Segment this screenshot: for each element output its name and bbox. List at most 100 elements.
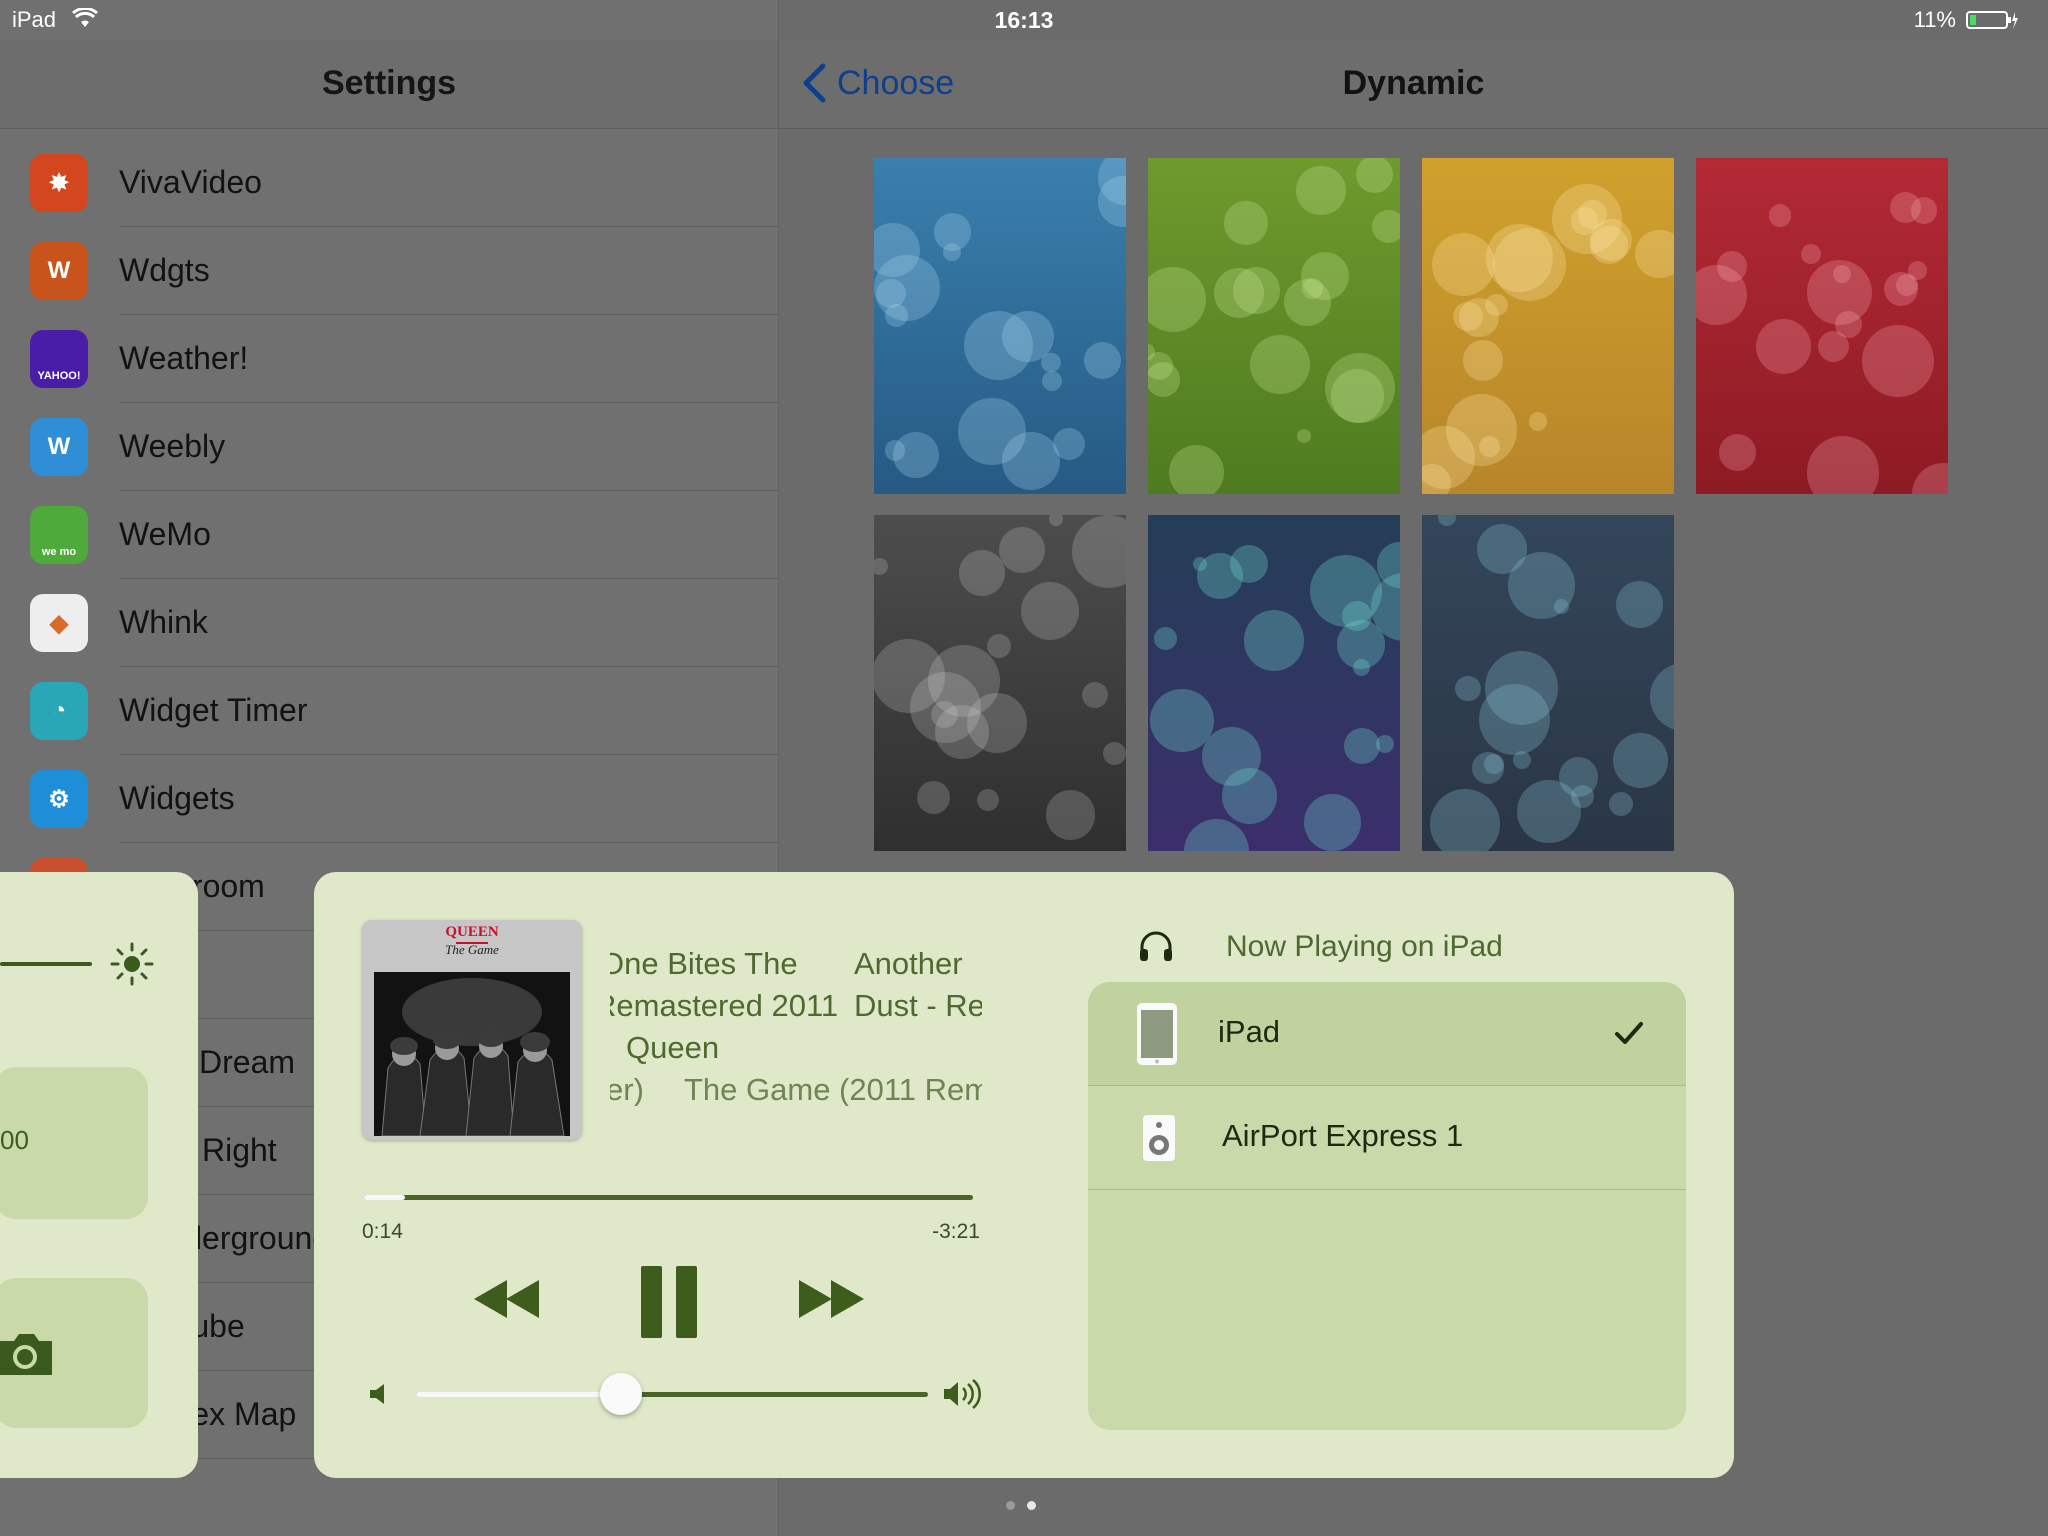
- wallpaper-teal-purple[interactable]: [1148, 515, 1400, 851]
- volume-slider[interactable]: [416, 1373, 928, 1415]
- settings-row-label: Widget Timer: [119, 692, 308, 728]
- bokeh-bubble: [1325, 352, 1396, 423]
- settings-row[interactable]: YAHOO! Weather!: [0, 315, 778, 403]
- bokeh-bubble: [1355, 158, 1394, 194]
- battery-charging-icon: [1966, 11, 2018, 29]
- bokeh-bubble: [1807, 260, 1873, 325]
- wemo-icon: we mo: [30, 506, 88, 564]
- wallpaper-green[interactable]: [1148, 158, 1400, 494]
- timer-tile[interactable]: 00: [0, 1067, 148, 1219]
- bokeh-bubble: [1649, 662, 1674, 731]
- bokeh-bubble: [1755, 318, 1811, 374]
- wallpaper-yellow[interactable]: [1422, 158, 1674, 494]
- fast-forward-button[interactable]: [796, 1254, 866, 1344]
- bokeh-bubble: [1513, 751, 1532, 769]
- bokeh-bubble: [977, 789, 1000, 812]
- route-separator: [1088, 1189, 1686, 1190]
- bokeh-bubble: [1084, 342, 1122, 380]
- brightness-slider[interactable]: [0, 962, 92, 966]
- bokeh-bubble: [1046, 790, 1096, 840]
- bokeh-bubble: [1041, 371, 1062, 392]
- track-progress-bar[interactable]: [364, 1195, 973, 1200]
- bokeh-bubble: [1613, 733, 1668, 788]
- bokeh-bubble: [1801, 243, 1822, 265]
- elapsed-time: 0:14: [362, 1220, 403, 1243]
- settings-row[interactable]: ✸ VivaVideo: [0, 139, 778, 227]
- ipad-icon: [1136, 1002, 1178, 1071]
- album-brand: QUEEN: [445, 924, 499, 940]
- detail-title: Dynamic: [1342, 64, 1485, 102]
- settings-row-label: Widgets: [119, 780, 235, 816]
- track-info[interactable]: One Bites The Another Remastered 2011 Dust …: [610, 946, 982, 1106]
- bokeh-bubble: [1168, 444, 1224, 494]
- bokeh-bubble: [1817, 330, 1849, 362]
- settings-row[interactable]: W Wdgts: [0, 227, 778, 315]
- track-info-line: One Bites The: [610, 946, 798, 981]
- camera-icon: [0, 1334, 52, 1375]
- bokeh-bubble: [1446, 394, 1518, 466]
- bokeh-bubble: [1485, 293, 1508, 317]
- bokeh-bubble: [1082, 682, 1109, 709]
- bokeh-bubble: [885, 440, 906, 461]
- airplay-route-list: iPad AirPort Express 1: [1088, 982, 1686, 1430]
- bokeh-bubble: [1896, 274, 1918, 296]
- bokeh-bubble: [1250, 334, 1311, 395]
- airplay-route-name: AirPort Express 1: [1222, 1118, 1464, 1153]
- bokeh-bubble: [1283, 278, 1332, 327]
- widget-timer-icon: ◔: [30, 682, 88, 740]
- bokeh-bubble: [1148, 266, 1206, 333]
- track-info-line: Queen: [626, 1030, 720, 1065]
- settings-row[interactable]: ⚙ Widgets: [0, 755, 778, 843]
- bokeh-bubble: [1296, 165, 1347, 216]
- bokeh-bubble: [999, 526, 1046, 573]
- wallpaper-red[interactable]: [1696, 158, 1948, 494]
- airplay-route-ipad[interactable]: iPad: [1088, 982, 1686, 1086]
- bokeh-bubble: [1103, 741, 1126, 766]
- settings-row[interactable]: ◔ Widget Timer: [0, 667, 778, 755]
- bokeh-bubble: [1430, 788, 1501, 851]
- track-info-line: The Game (2011 Remaster): [684, 1072, 982, 1106]
- track-progress-played: [364, 1195, 405, 1200]
- settings-row[interactable]: we mo WeMo: [0, 491, 778, 579]
- wallpaper-blue[interactable]: [874, 158, 1126, 494]
- bokeh-bubble: [916, 781, 951, 815]
- headphones-icon: [1140, 931, 1172, 961]
- widgets-icon: ⚙: [30, 770, 88, 828]
- bokeh-bubble: [986, 633, 1011, 658]
- battery-percent: 11%: [1913, 7, 1956, 32]
- settings-row[interactable]: ◆ Whink: [0, 579, 778, 667]
- settings-row[interactable]: W Weebly: [0, 403, 778, 491]
- bokeh-bubble: [1431, 232, 1495, 296]
- bokeh-bubble: [1635, 229, 1674, 278]
- bokeh-bubble: [1154, 627, 1177, 650]
- status-bar: iPad 16:13 11%: [0, 0, 2048, 40]
- airplay-route-airport-express[interactable]: AirPort Express 1: [1088, 1086, 1686, 1190]
- settings-row-label: Wdgts: [119, 252, 210, 288]
- pause-button[interactable]: [640, 1254, 698, 1344]
- album-artwork[interactable]: QUEEN The Game: [362, 920, 582, 1140]
- bokeh-bubble: [1807, 436, 1880, 494]
- weather-icon: YAHOO!: [30, 330, 88, 388]
- bokeh-bubble: [1041, 352, 1061, 373]
- status-time: 16:13: [994, 7, 1054, 33]
- wallpaper-gray[interactable]: [874, 515, 1126, 851]
- vivavideo-icon: ✸: [30, 154, 88, 212]
- bokeh-bubble: [1552, 184, 1622, 255]
- page-dot: [1006, 1501, 1015, 1510]
- track-info-line: Dust - Remastered: [854, 988, 982, 1023]
- wallpaper-slate[interactable]: [1422, 515, 1674, 851]
- bokeh-bubble: [1438, 515, 1457, 527]
- volume-slider-knob[interactable]: [599, 1373, 642, 1415]
- weebly-icon: W: [30, 418, 88, 476]
- volume-min-icon: [370, 1384, 384, 1404]
- settings-row-label: Whink: [119, 604, 208, 640]
- bokeh-bubble: [1184, 819, 1250, 851]
- camera-tile[interactable]: [0, 1278, 148, 1428]
- brightness-high-icon: [110, 942, 154, 986]
- bokeh-bubble: [1243, 610, 1305, 671]
- whink-icon: ◆: [30, 594, 88, 652]
- airplay-route-name: iPad: [1218, 1014, 1281, 1049]
- rewind-button[interactable]: [472, 1254, 542, 1344]
- bokeh-bubble: [958, 398, 1026, 466]
- timer-tile-text: 00: [0, 1125, 29, 1155]
